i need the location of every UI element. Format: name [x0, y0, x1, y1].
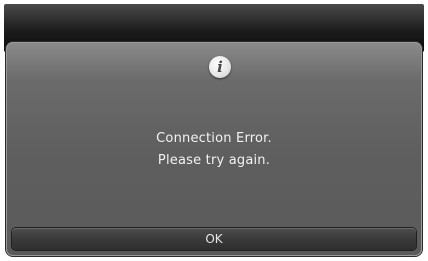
message-line-1: Connection Error. [156, 131, 272, 146]
message-line-2: Please try again. [157, 153, 271, 168]
dialog-message: Connection Error. Please try again. [6, 128, 422, 172]
screen: i Connection Error. Please try again. OK [0, 0, 428, 261]
ok-button[interactable]: OK [12, 228, 416, 250]
error-dialog: i Connection Error. Please try again. OK [6, 42, 422, 256]
info-icon-glyph: i [217, 58, 223, 76]
info-icon: i [209, 56, 231, 78]
